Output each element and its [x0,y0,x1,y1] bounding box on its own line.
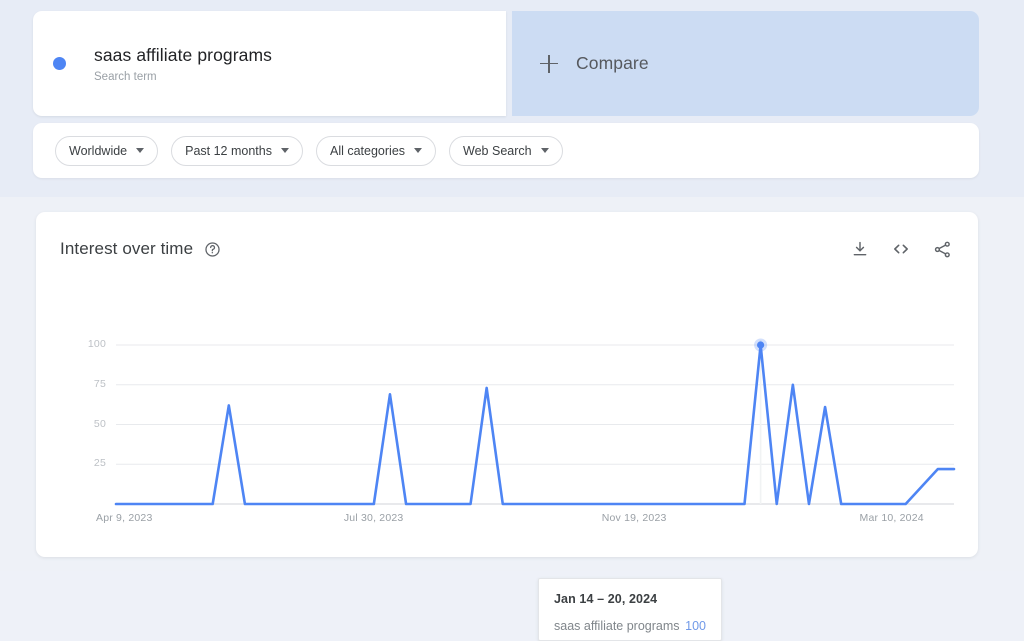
help-circle-icon[interactable] [204,241,221,258]
filter-search-type[interactable]: Web Search [449,135,563,166]
filter-location[interactable]: Worldwide [55,135,159,166]
tooltip-date: Jan 14 – 20, 2024 [554,592,658,606]
filter-search-type-label: Web Search [463,143,532,158]
filter-category[interactable]: All categories [315,135,437,166]
filter-location-label: Worldwide [69,143,128,158]
compare-button[interactable]: Compare [512,11,979,116]
chart-tooltip: Jan 14 – 20, 2024 saas affiliate program… [538,578,722,641]
compare-label: Compare [576,53,649,73]
highlight-marker-dot [757,341,765,349]
search-term-title: saas affiliate programs [94,44,273,65]
search-term-subtitle: Search term [94,70,157,83]
filter-category-label: All categories [329,143,406,158]
filter-time-range[interactable]: Past 12 months [171,135,303,166]
filters-bar: Worldwide Past 12 months All categories … [33,123,979,178]
chart-actions [851,239,952,259]
filter-time-range-label: Past 12 months [185,143,272,158]
chart-plot-area[interactable]: 25 50 75 100 Apr 9, 2023 Jul 30, 2023 Nov 19,… [36,286,978,641]
chevron-down-icon [414,148,423,153]
chart-header: Interest over time [36,212,978,286]
series-color-dot [53,57,66,70]
share-icon[interactable] [933,240,952,259]
embed-code-icon[interactable] [891,239,911,259]
chevron-down-icon [280,148,289,153]
download-icon[interactable] [851,240,869,258]
chart-title: Interest over time [60,239,194,258]
search-term-texts: saas affiliate programs Search term [94,44,272,84]
y-axis-tick-label: 100 [87,338,106,350]
y-axis-tick-label: 25 [93,457,106,470]
chart-header-left: Interest over time [60,239,221,259]
x-axis-tick-label: Nov 19, 2023 [601,512,667,524]
tooltip-row: saas affiliate programs 100 [554,619,706,633]
chevron-down-icon [136,148,145,153]
search-term-row: saas affiliate programs Search term Comp… [33,11,979,116]
search-term-card[interactable]: saas affiliate programs Search term [33,11,506,116]
y-axis-tick-label: 75 [93,377,106,390]
x-axis-tick-label: Apr 9, 2023 [96,512,153,524]
y-axis-tick-label: 50 [93,417,106,430]
tooltip-series-name: saas affiliate programs [554,619,680,633]
x-axis-tick-label: Jul 30, 2023 [343,512,404,524]
plus-icon [540,54,558,73]
x-axis-tick-label: Mar 10, 2024 [859,512,924,524]
interest-over-time-card: Interest over time 25 50 75 100 Apr 9, 2… [36,212,978,641]
trends-line-chart [114,338,956,506]
chevron-down-icon [540,148,549,153]
tooltip-value: 100 [685,619,706,633]
